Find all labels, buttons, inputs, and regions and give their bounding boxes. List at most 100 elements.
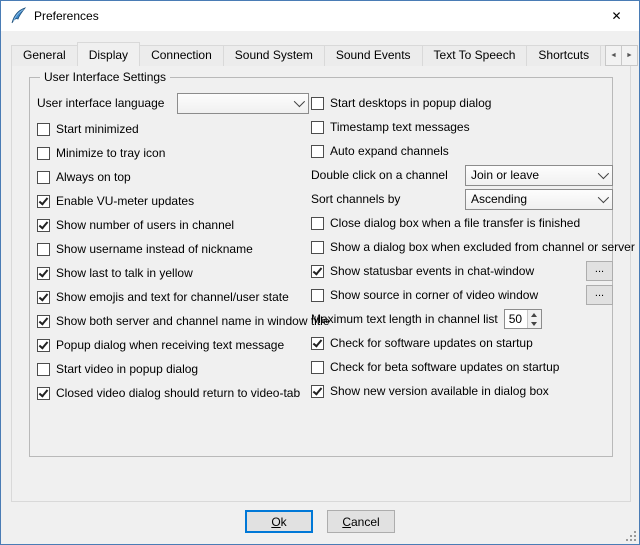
double-click-value: Join or leave xyxy=(471,168,598,182)
checkbox-label: Start desktops in popup dialog xyxy=(330,96,491,110)
ok-button[interactable]: Ok xyxy=(245,510,313,533)
video-source-row: Show source in corner of video window ..… xyxy=(311,283,613,307)
spinner-up-icon[interactable] xyxy=(528,310,541,319)
checkbox-video-popup-dialog[interactable]: Start video in popup dialog xyxy=(37,357,309,381)
checkbox-last-to-talk-yellow[interactable]: Show last to talk in yellow xyxy=(37,261,309,285)
checkbox-label: Show a dialog box when excluded from cha… xyxy=(330,240,635,254)
checkbox-box[interactable] xyxy=(37,387,50,400)
language-label: User interface language xyxy=(37,96,164,110)
checkbox-username-instead-nickname[interactable]: Show username instead of nickname xyxy=(37,237,309,261)
checkbox-box[interactable] xyxy=(311,97,324,110)
checkbox-label: Check for software updates on startup xyxy=(330,336,533,350)
tab-scroll-left-icon[interactable]: ◄ xyxy=(605,45,622,66)
footer: Ok Cancel xyxy=(1,510,639,533)
checkbox-box[interactable] xyxy=(37,267,50,280)
checkbox-label: Show both server and channel name in win… xyxy=(56,314,330,328)
app-logo-icon xyxy=(9,7,27,25)
checkbox-label: Enable VU-meter updates xyxy=(56,194,194,208)
tab-scroll-right-icon[interactable]: ► xyxy=(621,45,638,66)
double-click-dropdown[interactable]: Join or leave xyxy=(465,165,613,186)
tab-text-to-speech[interactable]: Text To Speech xyxy=(422,45,528,66)
checkbox-timestamp-messages[interactable]: Timestamp text messages xyxy=(311,115,613,139)
checkbox-box[interactable] xyxy=(37,123,50,136)
language-dropdown[interactable] xyxy=(177,93,309,114)
checkbox-label: Check for beta software updates on start… xyxy=(330,360,559,374)
checkbox-check-updates[interactable]: Check for software updates on startup xyxy=(311,331,613,355)
checkbox-dialog-when-excluded[interactable]: Show a dialog box when excluded from cha… xyxy=(311,235,613,259)
checkbox-server-channel-in-title[interactable]: Show both server and channel name in win… xyxy=(37,309,309,333)
checkbox-box[interactable] xyxy=(37,291,50,304)
chevron-down-icon xyxy=(598,192,609,203)
left-column: User interface language Start minimized … xyxy=(37,89,309,405)
checkbox-label: Show last to talk in yellow xyxy=(56,266,193,280)
tab-scrollers: ◄ ► xyxy=(606,45,638,66)
checkbox-box[interactable] xyxy=(311,265,324,278)
checkbox-label: Show source in corner of video window xyxy=(330,288,538,302)
tab-connection[interactable]: Connection xyxy=(139,45,224,66)
checkbox-new-version-dialog[interactable]: Show new version available in dialog box xyxy=(311,379,613,403)
sort-channels-label: Sort channels by xyxy=(311,192,400,206)
checkbox-emojis-and-text[interactable]: Show emojis and text for channel/user st… xyxy=(37,285,309,309)
right-column: Start desktops in popup dialog Timestamp… xyxy=(311,91,613,403)
checkbox-box[interactable] xyxy=(37,147,50,160)
chevron-down-icon xyxy=(294,96,305,107)
statusbar-events-more-button[interactable]: ... xyxy=(586,261,613,281)
checkbox-start-minimized[interactable]: Start minimized xyxy=(37,117,309,141)
checkbox-box[interactable] xyxy=(311,145,324,158)
tab-general[interactable]: General xyxy=(11,45,78,66)
checkbox-label: Popup dialog when receiving text message xyxy=(56,338,284,352)
max-text-length-value[interactable]: 50 xyxy=(505,310,527,328)
checkbox-desktops-popup[interactable]: Start desktops in popup dialog xyxy=(311,91,613,115)
tab-display[interactable]: Display xyxy=(77,42,140,66)
language-row: User interface language xyxy=(37,89,309,117)
tab-sound-system[interactable]: Sound System xyxy=(223,45,325,66)
checkbox-always-on-top[interactable]: Always on top xyxy=(37,165,309,189)
checkbox-show-user-count[interactable]: Show number of users in channel xyxy=(37,213,309,237)
checkbox-closed-video-return-tab[interactable]: Closed video dialog should return to vid… xyxy=(37,381,309,405)
checkbox-popup-on-text-message[interactable]: Popup dialog when receiving text message xyxy=(37,333,309,357)
checkbox-label: Closed video dialog should return to vid… xyxy=(56,386,300,400)
cancel-button[interactable]: Cancel xyxy=(327,510,395,533)
checkbox-label: Show username instead of nickname xyxy=(56,242,253,256)
checkbox-box[interactable] xyxy=(37,195,50,208)
checkbox-box[interactable] xyxy=(37,171,50,184)
max-text-length-spinner[interactable]: 50 xyxy=(504,309,542,329)
double-click-row: Double click on a channel Join or leave xyxy=(311,163,613,187)
titlebar[interactable]: Preferences ✕ xyxy=(1,1,639,31)
checkbox-auto-expand-channels[interactable]: Auto expand channels xyxy=(311,139,613,163)
checkbox-box[interactable] xyxy=(311,289,324,302)
spinner-buttons xyxy=(527,310,541,328)
checkbox-label: Show statusbar events in chat-window xyxy=(330,264,534,278)
checkbox-box[interactable] xyxy=(37,363,50,376)
sort-channels-dropdown[interactable]: Ascending xyxy=(465,189,613,210)
checkbox-label: Minimize to tray icon xyxy=(56,146,165,160)
tab-sound-events[interactable]: Sound Events xyxy=(324,45,423,66)
spinner-down-icon[interactable] xyxy=(528,319,541,328)
tab-shortcuts[interactable]: Shortcuts xyxy=(526,45,601,66)
checkbox-box[interactable] xyxy=(311,361,324,374)
checkbox-label: Show number of users in channel xyxy=(56,218,234,232)
checkbox-box[interactable] xyxy=(311,337,324,350)
tab-bar: General Display Connection Sound System … xyxy=(11,42,611,66)
checkbox-box[interactable] xyxy=(37,315,50,328)
checkbox-label: Timestamp text messages xyxy=(330,120,470,134)
checkbox-box[interactable] xyxy=(311,217,324,230)
checkbox-box[interactable] xyxy=(37,339,50,352)
checkbox-box[interactable] xyxy=(37,243,50,256)
chevron-down-icon xyxy=(598,168,609,179)
checkbox-box[interactable] xyxy=(311,385,324,398)
checkbox-box[interactable] xyxy=(311,121,324,134)
checkbox-close-on-transfer-finished[interactable]: Close dialog box when a file transfer is… xyxy=(311,211,613,235)
video-source-more-button[interactable]: ... xyxy=(586,285,613,305)
checkbox-label: Start minimized xyxy=(56,122,139,136)
group-title: User Interface Settings xyxy=(40,70,170,84)
checkbox-box[interactable] xyxy=(311,241,324,254)
checkbox-vu-meter-updates[interactable]: Enable VU-meter updates xyxy=(37,189,309,213)
checkbox-label: Always on top xyxy=(56,170,131,184)
checkbox-box[interactable] xyxy=(37,219,50,232)
close-icon[interactable]: ✕ xyxy=(594,1,639,30)
checkbox-minimize-to-tray[interactable]: Minimize to tray icon xyxy=(37,141,309,165)
max-text-length-row: Maximum text length in channel list 50 xyxy=(311,307,613,331)
double-click-label: Double click on a channel xyxy=(311,168,448,182)
checkbox-check-beta-updates[interactable]: Check for beta software updates on start… xyxy=(311,355,613,379)
